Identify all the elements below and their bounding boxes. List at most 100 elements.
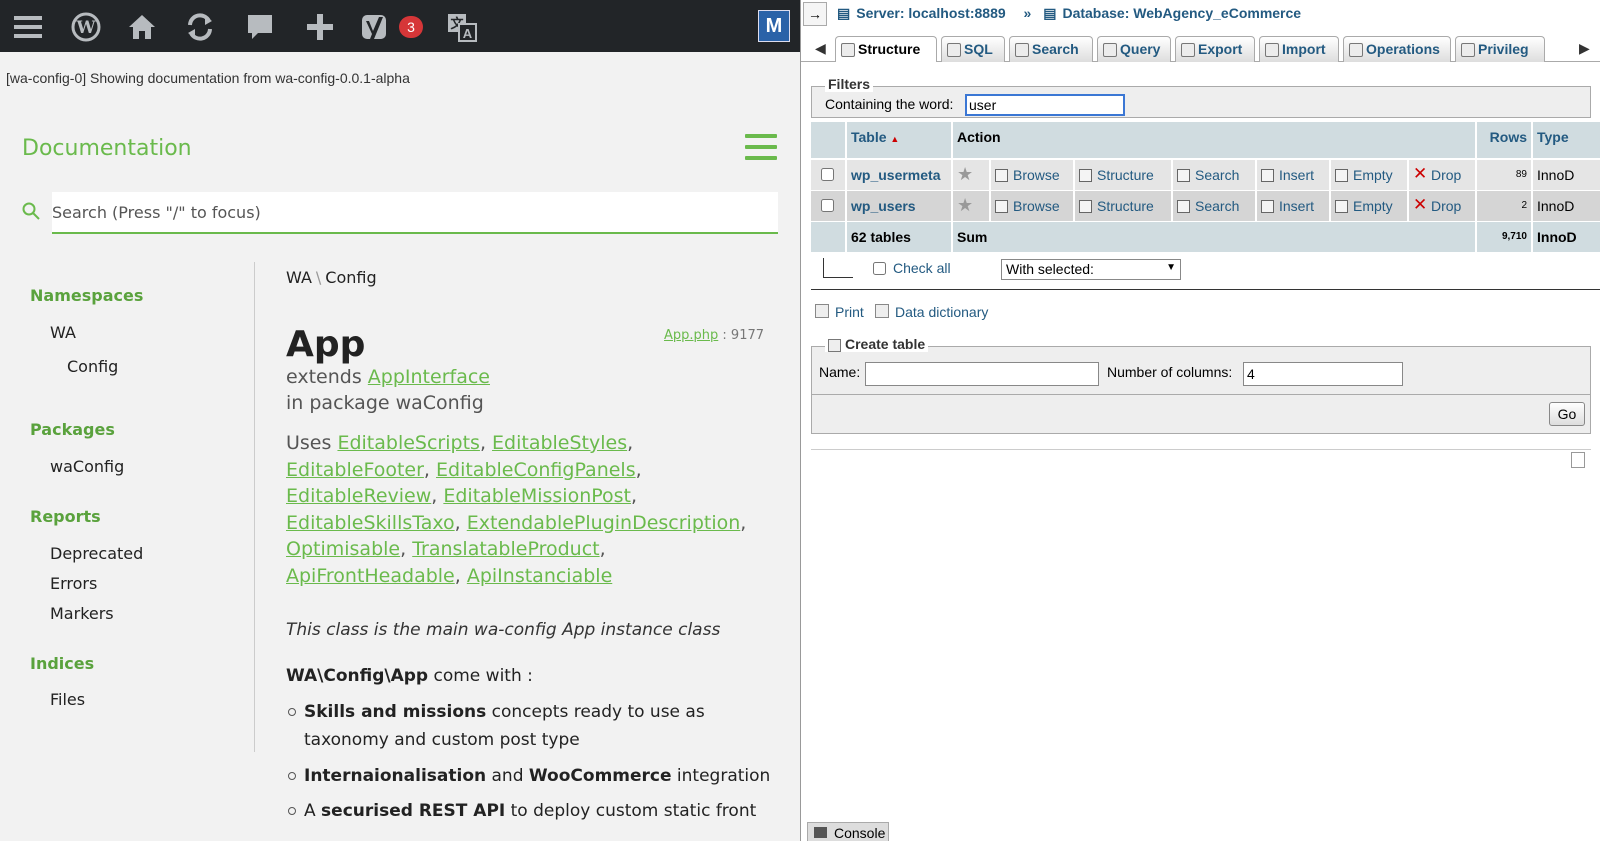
sidebar-item-waconfig[interactable]: waConfig xyxy=(50,457,124,476)
extends-line: extends AppInterface xyxy=(286,366,490,388)
uses-link[interactable]: EditableStyles xyxy=(492,432,627,454)
summary-rows: 9,710 xyxy=(1477,222,1531,252)
file-reference: App.php : 9177 xyxy=(664,328,764,343)
sidebar-item-errors[interactable]: Errors xyxy=(50,574,97,593)
wordpress-icon[interactable]: W xyxy=(68,9,104,45)
documentation-title[interactable]: Documentation xyxy=(22,136,192,161)
row-checkbox[interactable] xyxy=(821,199,834,212)
comments-icon[interactable] xyxy=(242,9,278,45)
new-icon[interactable] xyxy=(302,9,338,45)
database-link[interactable]: Database: WebAgency_eCommerce xyxy=(1062,5,1301,21)
search-icon xyxy=(1015,43,1029,57)
file-link[interactable]: App.php xyxy=(664,328,718,343)
breadcrumb-wa[interactable]: WA xyxy=(286,268,312,287)
tab-search[interactable]: Search xyxy=(1009,36,1093,62)
collapse-nav-button[interactable]: → xyxy=(803,2,827,26)
go-button[interactable]: Go xyxy=(1549,402,1585,426)
row-checkbox-cell xyxy=(811,191,845,221)
import-icon xyxy=(1265,43,1279,57)
tab-sql[interactable]: SQL xyxy=(941,36,1005,62)
insert-action[interactable]: Insert xyxy=(1257,160,1329,190)
table-name-link[interactable]: wp_users xyxy=(847,191,951,221)
summary-count: 62 tables xyxy=(847,222,951,252)
uses-link[interactable]: ExtendablePluginDescription xyxy=(467,512,741,534)
uses-link[interactable]: EditableSkillsTaxo xyxy=(286,512,455,534)
browse-action[interactable]: Browse xyxy=(991,191,1073,221)
uses-link[interactable]: EditableFooter xyxy=(286,459,424,481)
filter-input[interactable] xyxy=(965,94,1125,116)
doc-menu-icon[interactable] xyxy=(745,134,777,162)
tab-import[interactable]: Import xyxy=(1259,36,1339,62)
doc-sidebar: Namespaces WA Config Packages waConfig R… xyxy=(30,262,255,752)
sidebar-item-files[interactable]: Files xyxy=(50,690,85,709)
favorite-star-icon[interactable]: ★ xyxy=(953,191,989,221)
check-all-checkbox[interactable] xyxy=(873,262,886,275)
data-dictionary-link[interactable]: Data dictionary xyxy=(895,304,988,320)
yoast-icon[interactable] xyxy=(358,9,394,45)
empty-icon xyxy=(1335,200,1348,213)
sidebar-item-config[interactable]: Config xyxy=(67,357,118,376)
header-table[interactable]: Table ▲ xyxy=(847,122,951,158)
menu-icon[interactable] xyxy=(10,9,46,45)
uses-link[interactable]: EditableConfigPanels xyxy=(436,459,636,481)
tab-operations[interactable]: Operations xyxy=(1343,36,1451,62)
summary-row: 62 tables Sum 9,710 InnoD xyxy=(811,222,1600,252)
columns-input[interactable] xyxy=(1243,362,1403,386)
drop-icon: ✕ xyxy=(1413,164,1428,183)
with-selected-select[interactable]: With selected: ▼ xyxy=(1001,259,1181,280)
uses-link[interactable]: EditableReview xyxy=(286,485,431,507)
search-action[interactable]: Search xyxy=(1173,191,1255,221)
table-name-link[interactable]: wp_usermeta xyxy=(847,160,951,190)
drop-action[interactable]: ✕ Drop xyxy=(1409,160,1475,190)
tab-structure[interactable]: Structure xyxy=(835,36,937,62)
header-rows[interactable]: Rows xyxy=(1477,122,1531,158)
empty-action[interactable]: Empty xyxy=(1331,191,1407,221)
server-link[interactable]: Server: localhost:8889 xyxy=(856,5,1005,21)
tab-query[interactable]: Query xyxy=(1097,36,1171,62)
class-description: This class is the main wa-config App ins… xyxy=(286,620,721,640)
empty-action[interactable]: Empty xyxy=(1331,160,1407,190)
extends-link[interactable]: AppInterface xyxy=(368,366,490,388)
admin-notice: [wa-config-0] Showing documentation from… xyxy=(6,70,410,86)
table-header-row: Table ▲ Action Rows Type xyxy=(811,122,1600,158)
uses-link[interactable]: Optimisable xyxy=(286,538,400,560)
page-settings-icon[interactable] xyxy=(1571,452,1585,468)
breadcrumb-separator: \ xyxy=(315,268,322,287)
uses-link[interactable]: EditableScripts xyxy=(337,432,479,454)
doc-search-input[interactable] xyxy=(52,192,778,234)
sidebar-item-deprecated[interactable]: Deprecated xyxy=(50,544,143,563)
header-type[interactable]: Type xyxy=(1533,122,1600,158)
drop-action[interactable]: ✕ Drop xyxy=(1409,191,1475,221)
user-avatar[interactable]: M xyxy=(758,10,790,42)
uses-link[interactable]: ApiInstanciable xyxy=(467,565,612,587)
browse-action[interactable]: Browse xyxy=(991,160,1073,190)
check-all-label[interactable]: Check all xyxy=(893,260,951,276)
file-line: : 9177 xyxy=(722,328,765,343)
home-icon[interactable] xyxy=(124,9,160,45)
uses-link[interactable]: EditableMissionPost xyxy=(443,485,631,507)
search-action[interactable]: Search xyxy=(1173,160,1255,190)
insert-action[interactable]: Insert xyxy=(1257,191,1329,221)
row-checkbox[interactable] xyxy=(821,168,834,181)
structure-action[interactable]: Structure xyxy=(1075,160,1171,190)
print-link[interactable]: Print xyxy=(835,304,864,320)
console-tab[interactable]: Console xyxy=(807,822,889,841)
breadcrumb-config[interactable]: Config xyxy=(325,268,376,287)
updates-icon[interactable] xyxy=(182,9,218,45)
columns-label: Number of columns: xyxy=(1107,364,1233,380)
print-icon xyxy=(815,304,829,318)
sidebar-item-markers[interactable]: Markers xyxy=(50,604,114,623)
create-table-legend: Create table xyxy=(825,336,929,352)
uses-link[interactable]: TranslatableProduct xyxy=(412,538,599,560)
tab-privileges[interactable]: Privileg xyxy=(1455,36,1545,62)
tab-export[interactable]: Export xyxy=(1175,36,1255,62)
comes-with-line: WA\Config\App come with : xyxy=(286,666,533,686)
translate-icon[interactable]: 文A xyxy=(444,9,480,45)
table-name-input[interactable] xyxy=(865,362,1099,386)
structure-action[interactable]: Structure xyxy=(1075,191,1171,221)
action-label: Insert xyxy=(1279,198,1315,214)
sidebar-item-wa[interactable]: WA xyxy=(50,323,76,342)
tab-label: Import xyxy=(1282,41,1326,57)
uses-link[interactable]: ApiFrontHeadable xyxy=(286,565,455,587)
favorite-star-icon[interactable]: ★ xyxy=(953,160,989,190)
